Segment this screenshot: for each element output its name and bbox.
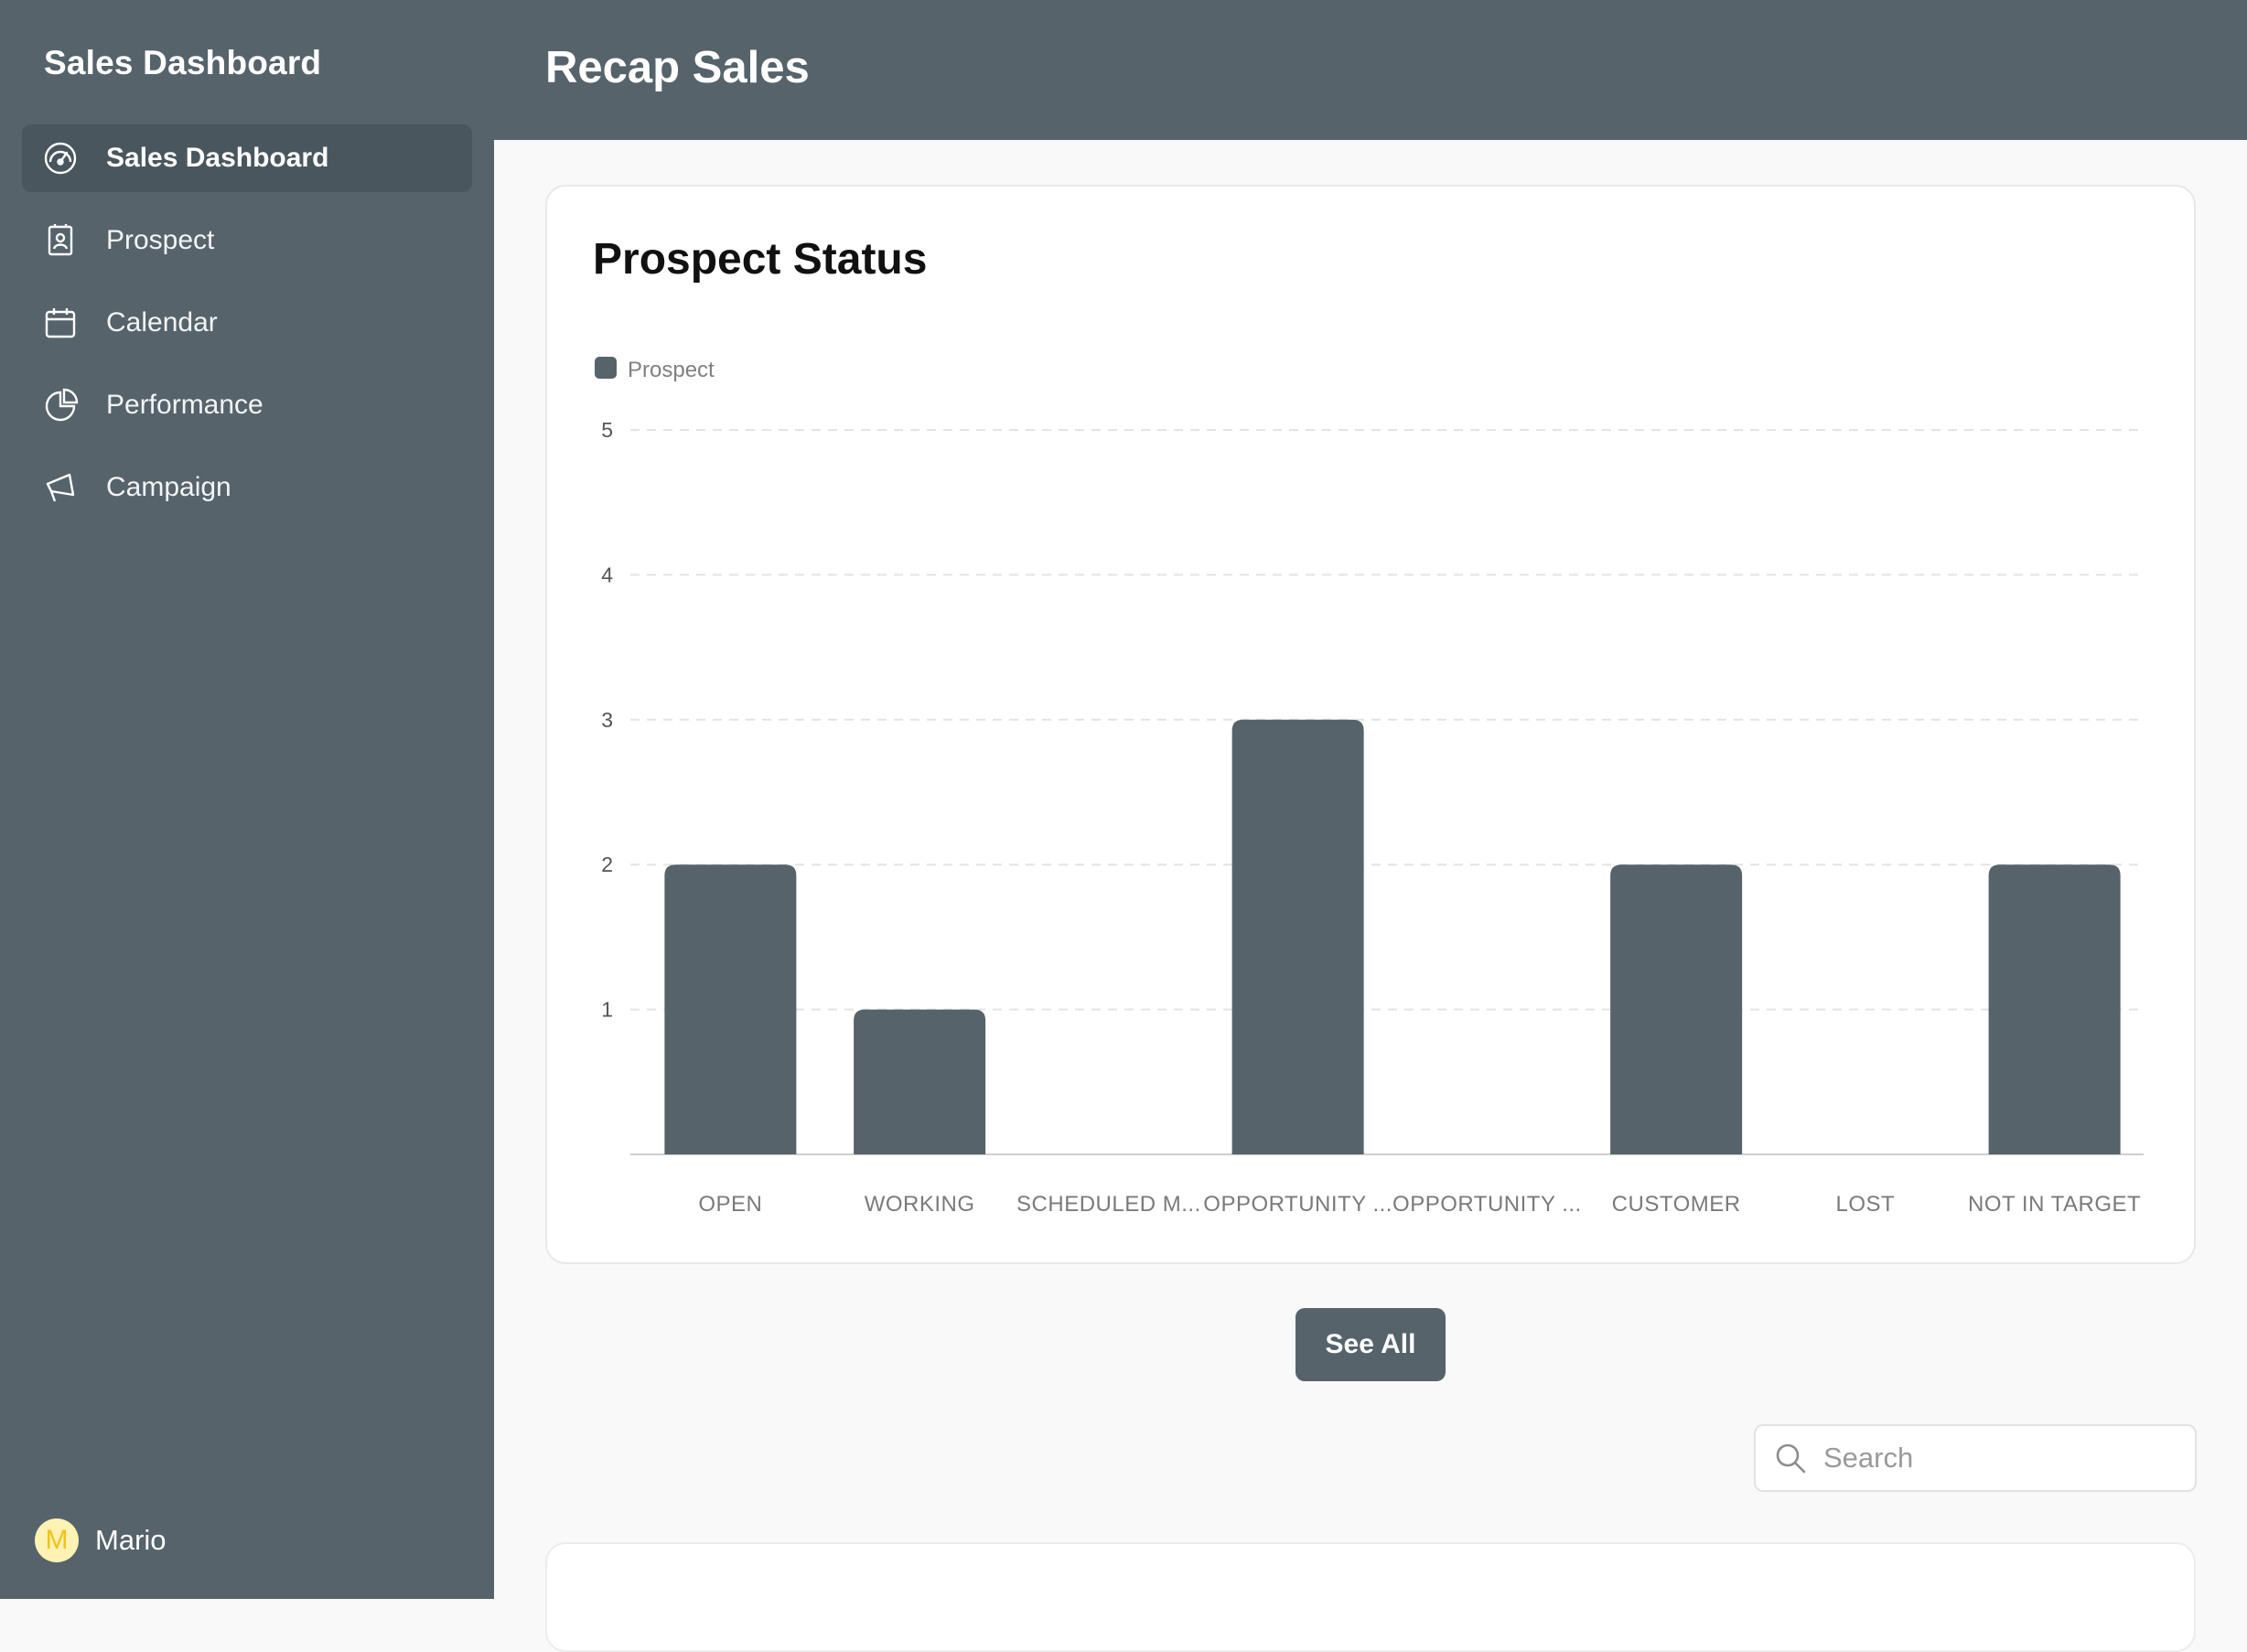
legend-label: Prospect xyxy=(628,358,715,382)
sidebar-item-performance[interactable]: Performance xyxy=(22,371,472,439)
x-tick-label: NOT IN TARGET xyxy=(1968,1192,2141,1217)
calendar-icon xyxy=(42,305,79,341)
pie-chart-icon xyxy=(42,387,79,424)
x-tick-label: WORKING xyxy=(865,1192,975,1217)
legend-swatch xyxy=(595,357,617,379)
sidebar-item-campaign[interactable]: Campaign xyxy=(22,454,472,521)
bar xyxy=(1231,719,1364,1154)
search-icon xyxy=(1772,1440,1809,1476)
bar xyxy=(1988,864,2121,1154)
user-name: Mario xyxy=(95,1524,167,1556)
bar xyxy=(664,864,797,1154)
y-tick-label: 1 xyxy=(601,998,613,1022)
bar xyxy=(854,1009,986,1154)
search-input[interactable] xyxy=(1822,1441,2169,1475)
search-box[interactable] xyxy=(1754,1424,2197,1492)
sidebar-item-label: Sales Dashboard xyxy=(106,143,329,173)
sidebar-item-label: Prospect xyxy=(106,225,215,255)
x-tick-label: LOST xyxy=(1836,1192,1896,1217)
sidebar-brand: Sales Dashboard xyxy=(44,44,322,81)
sidebar-item-sales-dashboard[interactable]: Sales Dashboard xyxy=(22,124,472,192)
gauge-icon xyxy=(42,140,79,177)
avatar: M xyxy=(35,1518,79,1562)
secondary-card xyxy=(545,1542,2196,1652)
sidebar-nav: Sales Dashboard Prospect Calendar Perfor… xyxy=(22,124,472,536)
sidebar-item-label: Campaign xyxy=(106,472,231,502)
user-profile[interactable]: M Mario xyxy=(35,1518,167,1562)
sidebar-item-calendar[interactable]: Calendar xyxy=(22,289,472,357)
y-tick-label: 3 xyxy=(601,708,613,732)
y-tick-label: 5 xyxy=(601,418,613,442)
sidebar-item-label: Calendar xyxy=(106,307,218,338)
x-tick-label: OPPORTUNITY ... xyxy=(1392,1192,1582,1217)
sidebar-item-label: Performance xyxy=(106,390,263,420)
y-tick-label: 2 xyxy=(601,853,613,876)
megaphone-icon xyxy=(42,469,79,506)
contact-card-icon xyxy=(42,222,79,259)
see-all-button[interactable]: See All xyxy=(1296,1308,1446,1381)
prospect-status-card: Prospect Status Prospect 1 2 3 4 5 OPEN WORKING… xyxy=(545,185,2196,1264)
sidebar-item-prospect[interactable]: Prospect xyxy=(22,207,472,274)
page-title: Recap Sales xyxy=(545,43,810,92)
y-tick-label: 4 xyxy=(601,563,613,586)
x-tick-label: OPEN xyxy=(698,1192,762,1217)
x-tick-label: OPPORTUNITY ... xyxy=(1203,1192,1392,1217)
sidebar: Sales Dashboard Sales Dashboard Prospect… xyxy=(0,0,494,1599)
page-header: Recap Sales xyxy=(494,0,2247,140)
bar xyxy=(1610,864,1743,1154)
x-tick-label: CUSTOMER xyxy=(1612,1192,1741,1217)
x-tick-label: SCHEDULED M... xyxy=(1016,1192,1201,1217)
prospect-status-chart: Prospect12345OPEN WORKING SCHEDULED M... OP… xyxy=(595,357,2144,1217)
